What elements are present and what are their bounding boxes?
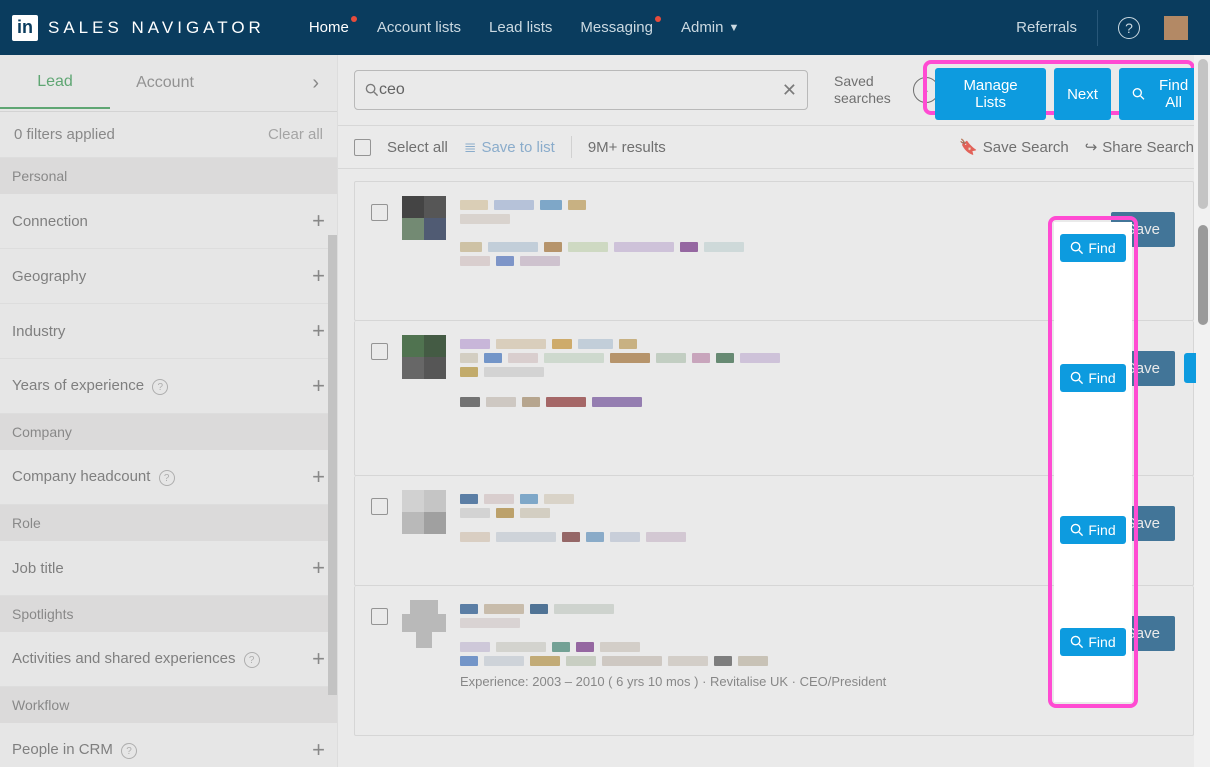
plus-icon: + (312, 263, 325, 289)
sidebar-scrollbar[interactable] (328, 235, 337, 695)
side-drawer-tab[interactable] (1184, 353, 1196, 383)
nav-admin[interactable]: Admin▼ (681, 19, 739, 36)
search-icon (1070, 241, 1084, 255)
info-icon: ? (159, 470, 175, 486)
search-icon (1070, 635, 1084, 649)
list-icon: ≣ (464, 138, 477, 156)
filter-industry[interactable]: Industry+ (0, 304, 337, 359)
saved-searches-label[interactable]: Saved searches (834, 73, 891, 107)
find-button[interactable]: Find (1060, 516, 1125, 544)
brand-title: SALES NAVIGATOR (48, 18, 265, 38)
share-search-button[interactable]: ↪Share Search (1085, 138, 1194, 156)
search-icon (1070, 523, 1084, 537)
search-box[interactable]: ✕ (354, 70, 808, 110)
result-checkbox[interactable] (371, 608, 388, 625)
next-button[interactable]: Next (1054, 68, 1111, 120)
page-scrollbar-thumb[interactable] (1198, 59, 1208, 209)
nav-messaging[interactable]: Messaging (580, 19, 653, 36)
share-icon: ↪ (1085, 138, 1098, 156)
result-checkbox[interactable] (371, 204, 388, 221)
profile-avatar[interactable] (402, 490, 446, 534)
info-icon: ? (121, 743, 137, 759)
result-checkbox[interactable] (371, 498, 388, 515)
search-input[interactable] (379, 81, 782, 99)
info-icon: ? (152, 379, 168, 395)
clear-search-icon[interactable]: ✕ (782, 80, 797, 101)
results-count: 9M+ results (588, 139, 666, 156)
search-icon (365, 83, 379, 97)
plus-icon: + (312, 464, 325, 490)
save-search-button[interactable]: 🔖Save Search (959, 138, 1069, 156)
nav-account-lists[interactable]: Account lists (377, 19, 461, 36)
filter-job-title[interactable]: Job title+ (0, 541, 337, 596)
plus-icon: + (312, 373, 325, 399)
profile-avatar[interactable] (402, 335, 446, 379)
plus-icon: + (312, 555, 325, 581)
filter-connection[interactable]: Connection+ (0, 194, 337, 249)
section-company: Company (0, 414, 337, 450)
page-scrollbar-track[interactable] (1194, 55, 1210, 767)
clear-all-button[interactable]: Clear all (268, 126, 323, 143)
top-nav: in SALES NAVIGATOR Home Account lists Le… (0, 0, 1210, 55)
filters-applied-label: 0 filters applied (14, 126, 115, 143)
manage-lists-button[interactable]: Manage Lists (935, 68, 1046, 120)
find-button[interactable]: Find (1060, 628, 1125, 656)
linkedin-logo-icon: in (12, 15, 38, 41)
nav-home[interactable]: Home (309, 19, 349, 36)
select-all-label[interactable]: Select all (387, 139, 448, 156)
chevron-right-icon[interactable]: › (294, 72, 337, 95)
filter-people-in-crm[interactable]: People in CRM ?+ (0, 723, 337, 777)
filter-years-experience[interactable]: Years of experience ?+ (0, 359, 337, 414)
profile-avatar[interactable] (402, 196, 446, 240)
filter-geography[interactable]: Geography+ (0, 249, 337, 304)
user-avatar[interactable] (1164, 16, 1188, 40)
caret-down-icon: ▼ (729, 22, 740, 34)
help-icon[interactable]: ? (1118, 17, 1140, 39)
plus-icon: + (312, 737, 325, 763)
section-personal: Personal (0, 158, 337, 194)
select-all-checkbox[interactable] (354, 139, 371, 156)
tab-account[interactable]: Account (110, 58, 220, 108)
tab-lead[interactable]: Lead (0, 57, 110, 109)
plus-icon: + (312, 646, 325, 672)
page-scrollbar-thumb[interactable] (1198, 225, 1208, 325)
filters-sidebar: Lead Account › 0 filters applied Clear a… (0, 55, 338, 767)
section-workflow: Workflow (0, 687, 337, 723)
filter-activities[interactable]: Activities and shared experiences ?+ (0, 632, 337, 687)
section-spotlights: Spotlights (0, 596, 337, 632)
plus-icon: + (312, 318, 325, 344)
search-icon (1070, 371, 1084, 385)
filter-company-headcount[interactable]: Company headcount ?+ (0, 450, 337, 505)
profile-avatar[interactable] (402, 600, 446, 644)
result-checkbox[interactable] (371, 343, 388, 360)
nav-lead-lists[interactable]: Lead lists (489, 19, 552, 36)
info-icon: ? (244, 652, 260, 668)
search-icon (1132, 87, 1145, 101)
bookmark-icon: 🔖 (959, 138, 978, 156)
find-button[interactable]: Find (1060, 234, 1125, 262)
plus-icon: + (312, 208, 325, 234)
save-to-list-button[interactable]: ≣Save to list (464, 138, 555, 156)
section-role: Role (0, 505, 337, 541)
find-button[interactable]: Find (1060, 364, 1125, 392)
nav-referrals[interactable]: Referrals (1016, 19, 1077, 36)
